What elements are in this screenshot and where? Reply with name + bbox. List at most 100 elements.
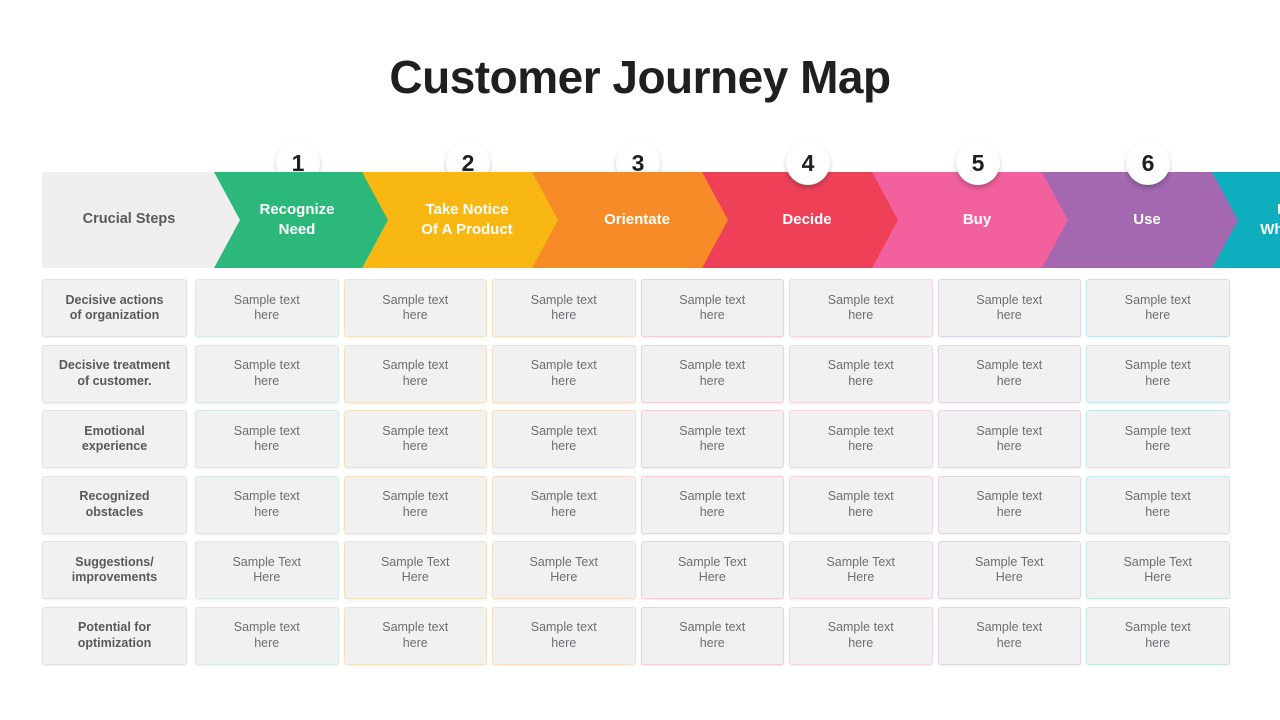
table-cell-text: Sample text here — [382, 424, 448, 455]
table-cell[interactable]: Sample text here — [937, 606, 1081, 665]
table-cell-line2: here — [551, 308, 577, 322]
table-cell[interactable]: Sample text here — [195, 475, 339, 534]
table-cell-text: Sample text here — [234, 620, 300, 651]
table-cell[interactable]: Sample text here — [195, 344, 339, 403]
table-cell-line1: Sample text — [976, 358, 1043, 373]
table-cell-text: Sample text here — [234, 293, 300, 324]
step-number-badge-4: 4 — [786, 141, 830, 185]
table-cell[interactable]: Sample text here — [640, 279, 784, 337]
journey-step-4[interactable]: Decide — [698, 172, 898, 268]
table-cell[interactable]: Sample text here — [343, 279, 487, 337]
table-cell[interactable]: Sample Text Here — [789, 541, 933, 599]
journey-step-label-line2: Need — [278, 221, 316, 238]
table-cell[interactable]: Sample text here — [937, 475, 1081, 534]
row-header-cell: Suggestions/improvements — [42, 541, 187, 599]
row-header-line2: obstacles — [85, 504, 144, 519]
table-cell-text: Sample text here — [531, 620, 597, 651]
table-cell-line1: Sample Text — [232, 554, 302, 569]
table-cell-line1: Sample text — [679, 423, 746, 438]
table-cell[interactable]: Sample text here — [640, 475, 784, 534]
table-cell[interactable]: Sample text here — [640, 410, 784, 468]
row-header-text: Decisive treatment of customer. — [59, 358, 170, 389]
table-cell-text: Sample text here — [828, 620, 894, 651]
table-cell-text: Sample text here — [234, 358, 300, 389]
table-cell-text: Sample text here — [531, 358, 597, 389]
table-cell-line2: Here — [1144, 570, 1172, 584]
row-header-cell: Potential for optimization — [42, 606, 187, 665]
table-cell[interactable]: Sample text here — [1086, 279, 1230, 337]
table-cell[interactable]: Sample Text Here — [640, 541, 784, 599]
table-cell[interactable]: Sample text here — [492, 279, 636, 337]
table-cell[interactable]: Sample text here — [1086, 606, 1230, 665]
journey-step-label-line1: Use — [1133, 211, 1161, 229]
journey-step-banner: Crucial Steps Recognize Need 1 Take Notice Of… — [42, 141, 1247, 268]
table-cell[interactable]: Sample text here — [789, 344, 933, 403]
table-cell[interactable]: Sample Text Here — [1086, 541, 1230, 599]
table-cell[interactable]: Sample text here — [195, 410, 339, 468]
table-cell[interactable]: Sample text here — [937, 279, 1081, 337]
journey-step-5[interactable]: Buy — [868, 172, 1068, 268]
table-cell[interactable]: Sample text here — [640, 606, 784, 665]
row-header-line2: optimization — [77, 635, 152, 650]
table-cell-line1: Sample text — [679, 292, 746, 307]
table-cell[interactable]: Sample text here — [1086, 475, 1230, 534]
table-cell[interactable]: Sample text here — [492, 344, 636, 403]
table-cell[interactable]: Sample text here — [343, 475, 487, 534]
journey-step-label-line1: Recognize — [259, 201, 335, 219]
table-cell[interactable]: Sample text here — [343, 606, 487, 665]
table-cell[interactable]: Sample text here — [789, 606, 933, 665]
table-cell-line2: here — [996, 439, 1022, 453]
table-cell[interactable]: Sample text here — [789, 410, 933, 468]
table-cell[interactable]: Sample text here — [1086, 344, 1230, 403]
table-cell-text: Sample text here — [382, 293, 448, 324]
table-cell-line2: here — [402, 308, 428, 322]
table-cell-line1: Sample text — [976, 620, 1043, 635]
table-row: Emotional experience Sample text here Sample… — [42, 407, 1247, 473]
table-cell[interactable]: Sample text here — [937, 410, 1081, 468]
table-cell[interactable]: Sample text here — [789, 279, 933, 337]
table-cell-text: Sample text here — [679, 620, 745, 651]
row-header-cell: Decisive treatment of customer. — [42, 344, 187, 403]
table-cell[interactable]: Sample Text Here — [937, 541, 1081, 599]
table-cell-text: Sample text here — [679, 489, 745, 520]
table-cell[interactable]: Sample text here — [1086, 410, 1230, 468]
table-cell[interactable]: Sample text here — [343, 344, 487, 403]
table-cell[interactable]: Sample text here — [492, 606, 636, 665]
row-header-line1: Recognized — [79, 489, 150, 504]
journey-step-3[interactable]: Orientate — [528, 172, 728, 268]
table-cell[interactable]: Sample Text Here — [195, 541, 339, 599]
table-cell-line1: Sample text — [976, 423, 1043, 438]
table-cell[interactable]: Sample text here — [492, 410, 636, 468]
table-cell[interactable]: Sample text here — [640, 344, 784, 403]
table-cell[interactable]: Sample Text Here — [492, 541, 636, 599]
table-cell[interactable]: Sample text here — [789, 475, 933, 534]
table-cell[interactable]: Sample text here — [195, 279, 339, 337]
table-cell-line2: here — [848, 308, 874, 322]
table-cell-text: Sample text here — [382, 489, 448, 520]
journey-step-label: Buy AgainWhen Satisfied — [1260, 200, 1280, 240]
table-row: Decisive actions of organization Sample te… — [42, 276, 1247, 342]
table-cell-line2: here — [996, 635, 1022, 650]
table-cell-line1: Sample text — [679, 620, 746, 635]
journey-step-label: Recognize Need — [259, 200, 334, 240]
table-cell-text: Sample text here — [828, 293, 894, 324]
journey-step-2[interactable]: Take Notice Of A Product — [358, 172, 558, 268]
table-cell-text: Sample text here — [976, 424, 1042, 455]
table-cell[interactable]: Sample Text Here — [343, 541, 487, 599]
table-cell[interactable]: Sample text here — [937, 344, 1081, 403]
table-cell-line2: here — [254, 504, 280, 519]
row-header-text: Potential for optimization — [78, 620, 152, 651]
table-cell[interactable]: Sample text here — [492, 475, 636, 534]
table-cell-line1: Sample text — [827, 358, 894, 373]
table-cell-text: Sample text here — [828, 489, 894, 520]
table-cell-line1: Sample text — [382, 620, 449, 635]
step-number-text: 4 — [801, 149, 815, 176]
row-header-cell: Emotional experience — [42, 410, 187, 468]
table-cell[interactable]: Sample text here — [195, 606, 339, 665]
table-cell[interactable]: Sample text here — [343, 410, 487, 468]
table-cell-text: Sample text here — [1125, 293, 1191, 324]
table-cell-line1: Sample text — [382, 489, 449, 504]
table-cell-line1: Sample text — [1124, 292, 1191, 307]
journey-step-6[interactable]: Use — [1038, 172, 1238, 268]
table-cell-line1: Sample text — [530, 358, 597, 373]
